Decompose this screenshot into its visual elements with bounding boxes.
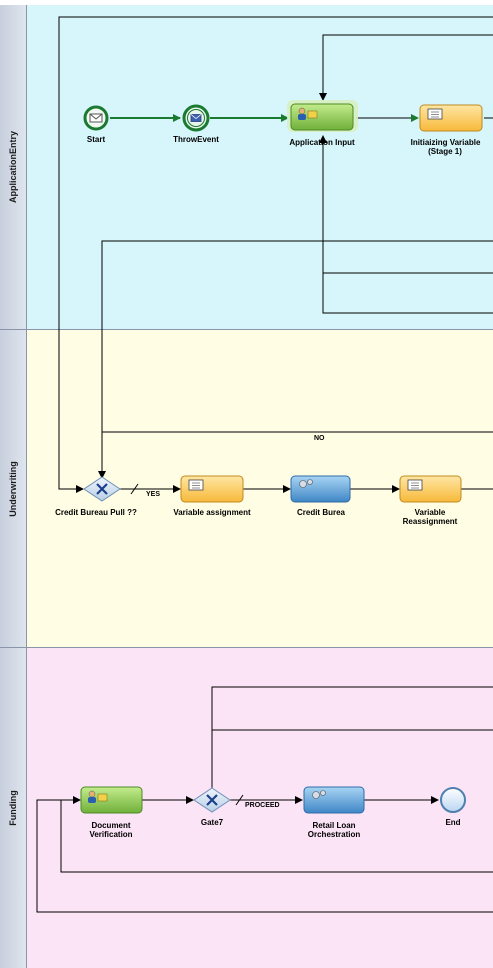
no-flow-label: NO [314, 435, 325, 442]
scroll-icon [188, 479, 204, 491]
yes-flow-label: YES [146, 491, 161, 498]
document-verification-task[interactable] [80, 786, 143, 814]
variable-reassignment-label-line1: Variable [414, 508, 446, 517]
gate7-gateway[interactable] [193, 787, 231, 813]
retail-loan-label-line2: Orchestration [307, 830, 361, 839]
scroll-icon [427, 108, 443, 120]
retail-loan-label-line1: Retail Loan [312, 821, 356, 830]
variable-assignment-label: Variable assignment [173, 508, 251, 517]
envelope-icon [89, 113, 103, 123]
flow-top-to-credit-bureau-pull[interactable] [58, 16, 493, 493]
flow-outer-loop-to-document-verification[interactable] [36, 796, 493, 913]
start-event[interactable] [83, 105, 109, 131]
throw-event[interactable] [182, 104, 210, 132]
application-input-label: Application Input [289, 138, 355, 147]
variable-assignment-task[interactable] [180, 475, 244, 503]
credit-bureau-label: Credit Burea [296, 508, 345, 517]
flow-right-to-credit-bureau-pull[interactable] [98, 240, 493, 479]
document-verification-label-line2: Verification [89, 830, 133, 839]
credit-bureau-pull-gateway[interactable] [83, 476, 121, 502]
application-input-task[interactable] [287, 100, 358, 132]
variable-reassignment-label-line2: Reassignment [402, 517, 458, 526]
flow-no-branch[interactable] [101, 431, 493, 478]
initializing-variables-label: Initiaizing Variable [410, 138, 481, 147]
document-verification-label-line1: Document [91, 821, 131, 830]
initializing-variables-task[interactable] [419, 104, 483, 132]
flow-return-bottom-to-application-input[interactable] [322, 273, 493, 314]
envelope-filled-icon [190, 114, 202, 122]
credit-bureau-pull-label: Credit Bureau Pull ?? [55, 508, 137, 517]
proceed-flow-label: PROCEED [245, 802, 280, 809]
end-label: End [445, 818, 461, 827]
variable-reassignment-task[interactable] [399, 475, 462, 503]
end-event[interactable] [440, 787, 466, 813]
flow-return-top-to-application-input[interactable] [319, 34, 493, 101]
gate7-label: Gate7 [200, 818, 224, 827]
start-label: Start [86, 135, 106, 144]
flow-gate7-up-1[interactable] [211, 686, 493, 789]
initializing-stage-label: (Stage 1) [428, 147, 462, 156]
retail-loan-orchestration-task[interactable] [303, 786, 365, 814]
scroll-icon [407, 479, 423, 491]
credit-bureau-task[interactable] [290, 475, 351, 503]
flow-return-mid-to-application-input[interactable] [319, 135, 493, 274]
throw-event-label: ThrowEvent [173, 135, 219, 144]
process-canvas: ApplicationEntry Underwriting Funding St… [0, 0, 493, 968]
